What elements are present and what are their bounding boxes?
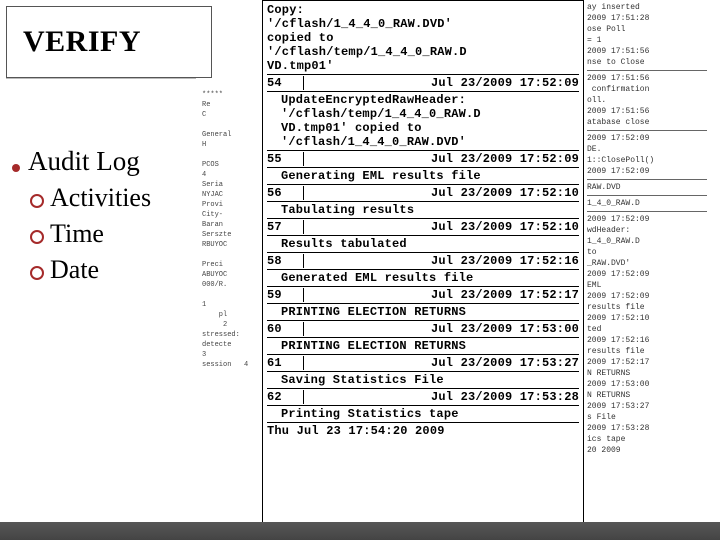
log-entry-header: 55Jul 23/2009 17:52:09 xyxy=(267,152,579,166)
log-message: PRINTING ELECTION RETURNS xyxy=(267,305,579,319)
right-strip-line: to xyxy=(587,247,707,258)
log-index: 54 xyxy=(267,76,304,90)
bullet-label: Audit Log xyxy=(28,146,140,177)
right-strip-line: 1_4_0_RAW.D xyxy=(587,198,707,209)
right-strip-line: 2009 17:51:56 xyxy=(587,106,707,117)
log-entry-header: 58Jul 23/2009 17:52:16 xyxy=(267,254,579,268)
right-strip-line: N RETURNS xyxy=(587,368,707,379)
right-strip-line: results file xyxy=(587,346,707,357)
log-index: 61 xyxy=(267,356,304,370)
right-strip-line: 1_4_0_RAW.D xyxy=(587,236,707,247)
right-strip-line: 2009 17:52:16 xyxy=(587,335,707,346)
log-index: 59 xyxy=(267,288,304,302)
log-index: 57 xyxy=(267,220,304,234)
bullets: Audit Log Activities Time Date xyxy=(12,140,202,291)
log-timestamp: Jul 23/2009 17:53:28 xyxy=(304,390,579,404)
log-timestamp: Jul 23/2009 17:52:09 xyxy=(304,152,579,166)
log-message: PRINTING ELECTION RETURNS xyxy=(267,339,579,353)
right-strip-line: wdHeader: xyxy=(587,225,707,236)
log-message: Saving Statistics File xyxy=(267,373,579,387)
right-strip-line: 2009 17:51:56 xyxy=(587,73,707,84)
ring-icon xyxy=(30,266,44,280)
log-entry-header: 59Jul 23/2009 17:52:17 xyxy=(267,288,579,302)
page-title: VERIFY xyxy=(23,25,141,59)
right-strip-line: EML xyxy=(587,280,707,291)
log-entry-header: 57Jul 23/2009 17:52:10 xyxy=(267,220,579,234)
log-entry-header: 60Jul 23/2009 17:53:00 xyxy=(267,322,579,336)
log-index: 55 xyxy=(267,152,304,166)
log-timestamp: Jul 23/2009 17:52:10 xyxy=(304,186,579,200)
right-strip-line: 2009 17:51:56 xyxy=(587,46,707,57)
right-log-strip: ay inserted2009 17:51:28ose Poll= 12009 … xyxy=(585,0,709,539)
right-strip-line: ay inserted xyxy=(587,2,707,13)
log-index: 62 xyxy=(267,390,304,404)
log-entry-header: 61Jul 23/2009 17:53:27 xyxy=(267,356,579,370)
log-timestamp: Jul 23/2009 17:53:00 xyxy=(304,322,579,336)
log-entry-header: 56Jul 23/2009 17:52:10 xyxy=(267,186,579,200)
right-strip-line: _RAW.DVD' xyxy=(587,258,707,269)
log-timestamp: Jul 23/2009 17:52:17 xyxy=(304,288,579,302)
right-strip-line: s File xyxy=(587,412,707,423)
log-timestamp: Jul 23/2009 17:53:27 xyxy=(304,356,579,370)
title-box: VERIFY xyxy=(6,6,212,78)
right-strip-line: nse to Close xyxy=(587,57,707,68)
right-strip-line: ted xyxy=(587,324,707,335)
sub-activities: Activities xyxy=(30,183,202,213)
right-strip-line: N RETURNS xyxy=(587,390,707,401)
log-timestamp: Jul 23/2009 17:52:09 xyxy=(304,76,579,90)
log-message: Printing Statistics tape xyxy=(267,407,579,421)
right-strip-line: 2009 17:51:28 xyxy=(587,13,707,24)
sub-label: Date xyxy=(50,255,99,285)
bottom-bar xyxy=(0,522,720,540)
right-strip-line: ics tape xyxy=(587,434,707,445)
log-timestamp: Jul 23/2009 17:52:16 xyxy=(304,254,579,268)
sub-date: Date xyxy=(30,255,202,285)
right-strip-line: 2009 17:53:00 xyxy=(587,379,707,390)
sub-time: Time xyxy=(30,219,202,249)
ring-icon xyxy=(30,194,44,208)
right-strip-line: confirmation xyxy=(587,84,707,95)
log-message: Generating EML results file xyxy=(267,169,579,183)
right-strip-line: 2009 17:52:17 xyxy=(587,357,707,368)
right-strip-line: atabase close xyxy=(587,117,707,128)
log-message: Generated EML results file xyxy=(267,271,579,285)
log-message: UpdateEncryptedRawHeader: '/cflash/temp/… xyxy=(267,93,579,149)
background-column: ***** Re C General H PCOS 4 Seria NYJAC … xyxy=(202,90,262,370)
bullet-audit-log: Audit Log xyxy=(12,146,202,177)
ring-icon xyxy=(30,230,44,244)
log-index: 56 xyxy=(267,186,304,200)
right-strip-line: 2009 17:52:09 xyxy=(587,166,707,177)
right-strip-line: 2009 17:52:09 xyxy=(587,269,707,280)
log-copy-block: Copy: '/cflash/1_4_4_0_RAW.DVD' copied t… xyxy=(267,3,579,73)
log-entry-header: 54Jul 23/2009 17:52:09 xyxy=(267,76,579,90)
log-timestamp: Jul 23/2009 17:52:10 xyxy=(304,220,579,234)
log-message: Tabulating results xyxy=(267,203,579,217)
right-strip-line: oll. xyxy=(587,95,707,106)
log-index: 58 xyxy=(267,254,304,268)
sub-label: Time xyxy=(50,219,104,249)
right-strip-line: 2009 17:52:09 xyxy=(587,133,707,144)
log-entry-header: 62Jul 23/2009 17:53:28 xyxy=(267,390,579,404)
right-strip-line: = 1 xyxy=(587,35,707,46)
right-strip-line: 2009 17:52:09 xyxy=(587,291,707,302)
right-strip-line: 2009 17:53:28 xyxy=(587,423,707,434)
right-strip-line: DE. xyxy=(587,144,707,155)
right-strip-line: 2009 17:52:09 xyxy=(587,214,707,225)
sub-label: Activities xyxy=(50,183,151,213)
right-strip-line: results file xyxy=(587,302,707,313)
log-footer: Thu Jul 23 17:54:20 2009 xyxy=(267,424,579,438)
bullet-dot-icon xyxy=(12,164,20,172)
right-strip-line: 2009 17:53:27 xyxy=(587,401,707,412)
right-strip-line: 20 2009 xyxy=(587,445,707,456)
header-divider xyxy=(6,78,196,79)
right-strip-line: 2009 17:52:10 xyxy=(587,313,707,324)
right-strip-line: 1::ClosePoll() xyxy=(587,155,707,166)
log-message: Results tabulated xyxy=(267,237,579,251)
log-index: 60 xyxy=(267,322,304,336)
right-strip-line: ose Poll xyxy=(587,24,707,35)
audit-log-printout: Copy: '/cflash/1_4_4_0_RAW.DVD' copied t… xyxy=(262,0,584,537)
right-strip-line: RAW.DVD xyxy=(587,182,707,193)
